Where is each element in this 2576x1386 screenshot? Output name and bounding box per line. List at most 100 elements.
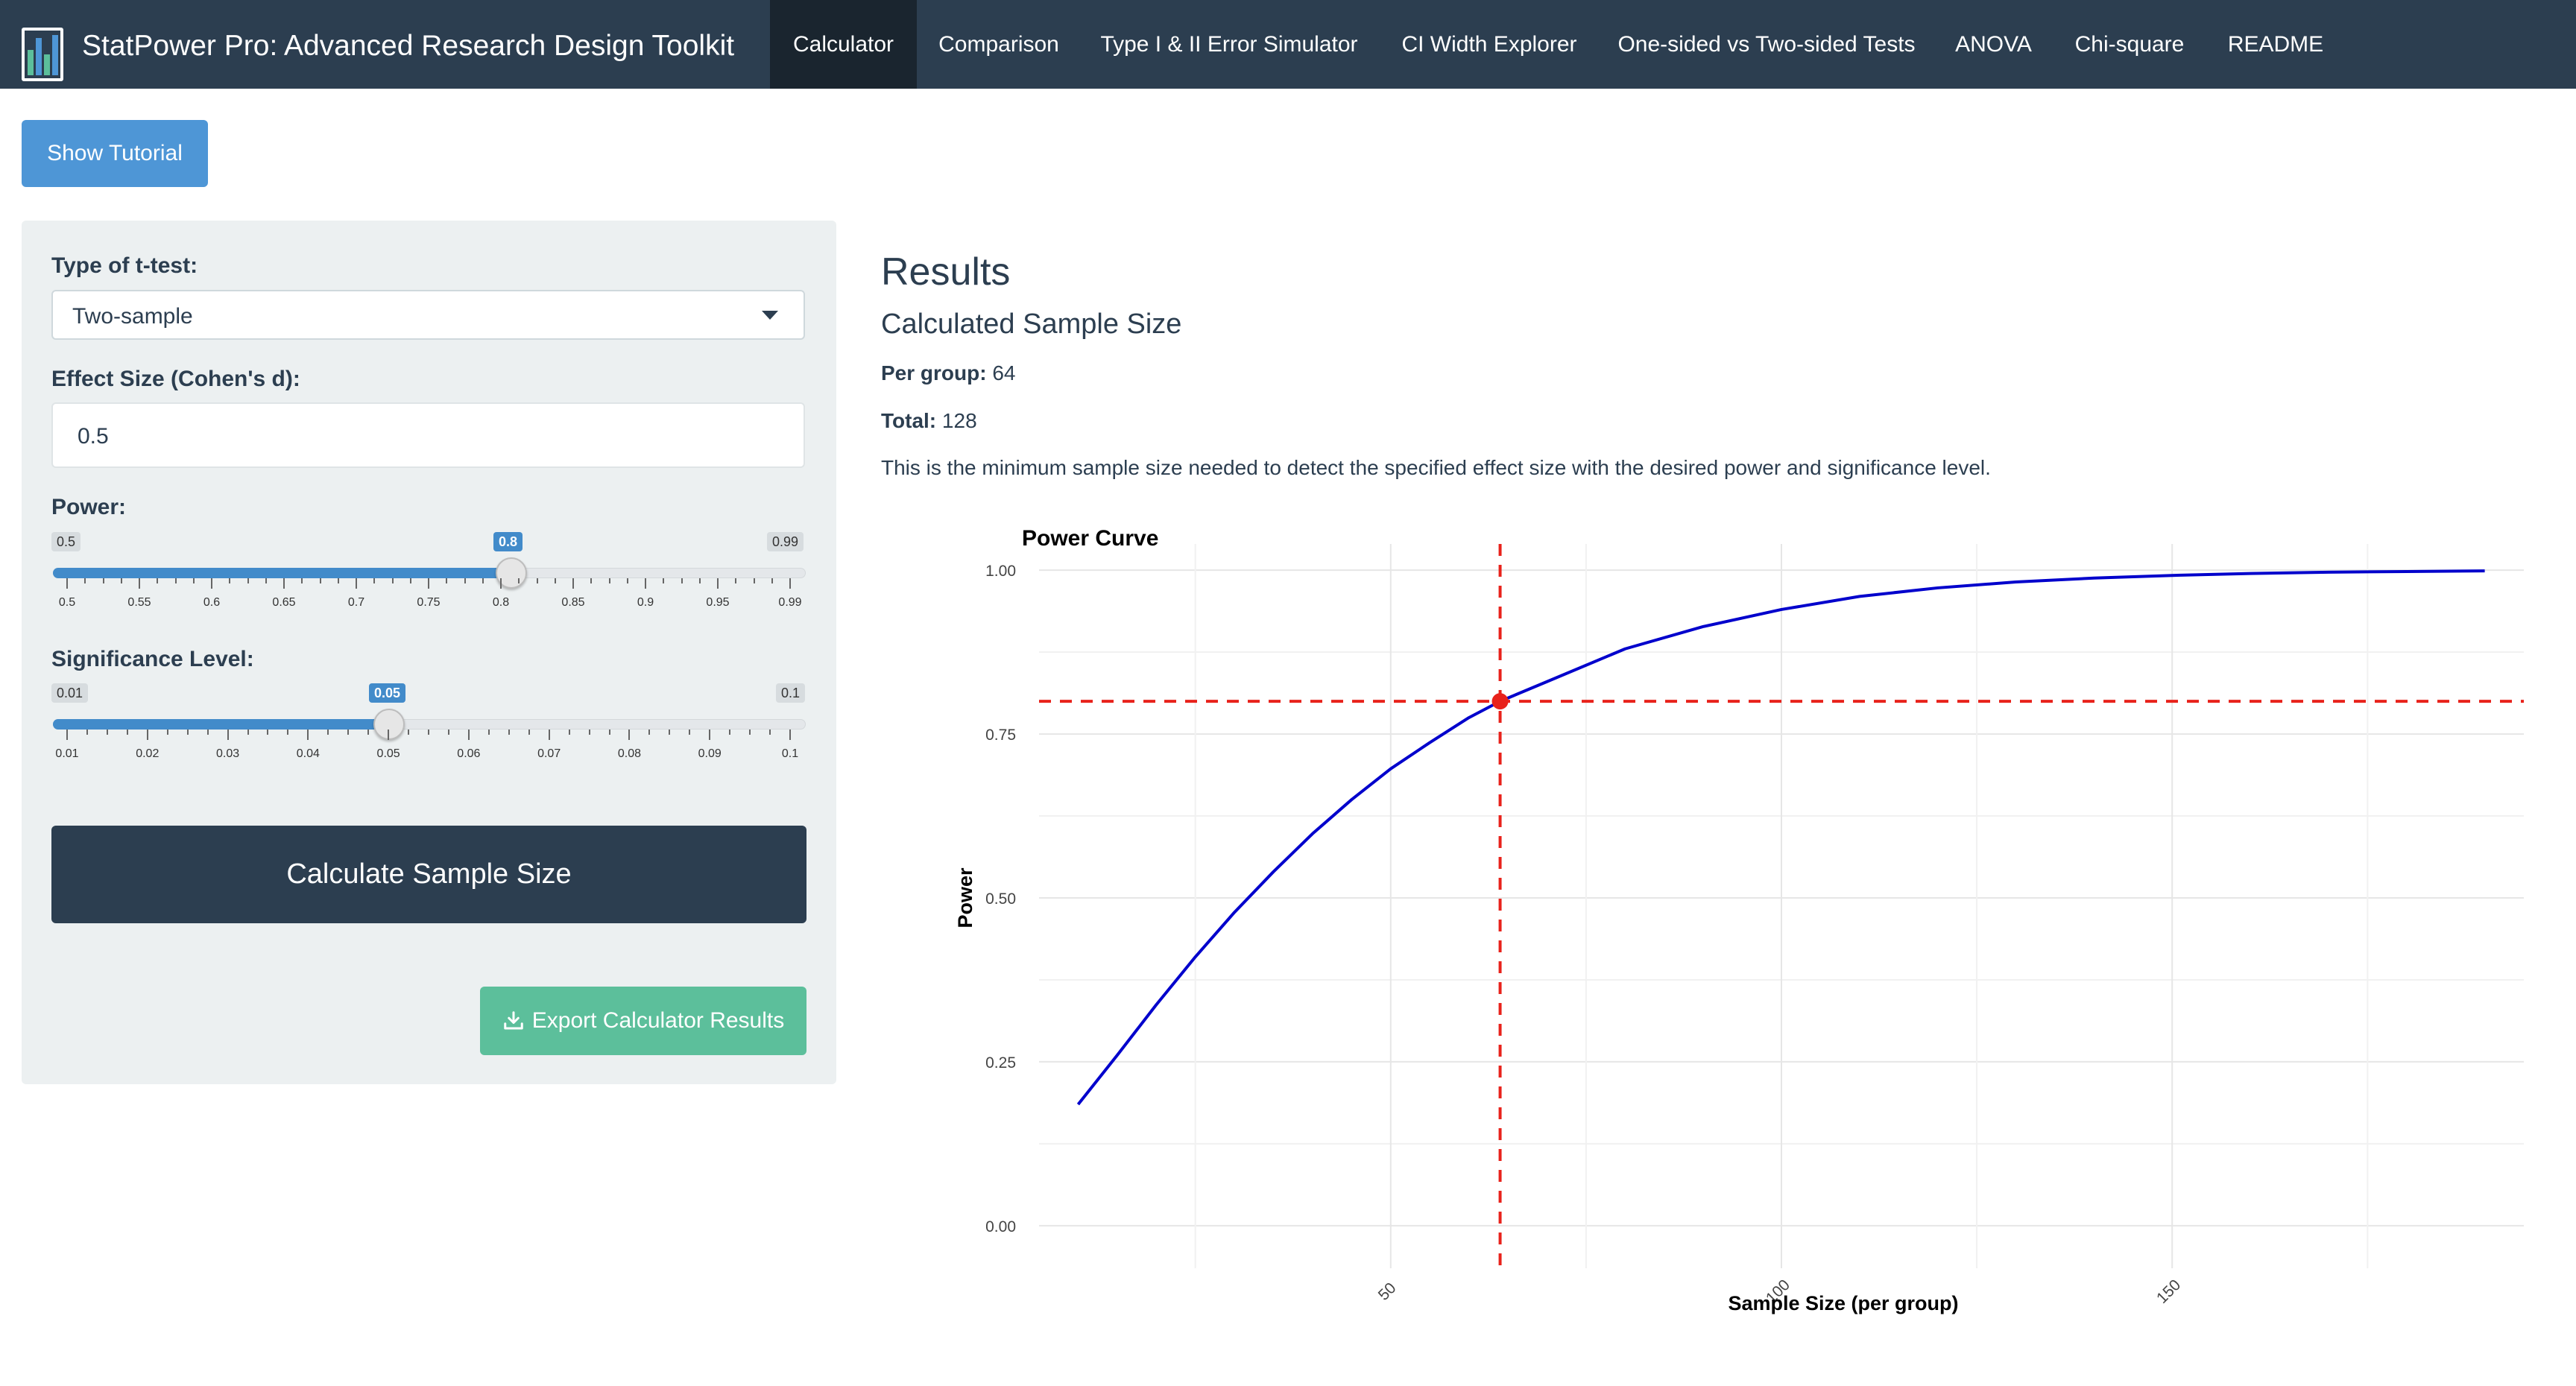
- power-slider-fill: [53, 568, 511, 578]
- x-tick-label: 150: [2153, 1276, 2184, 1307]
- power-tick-label: 0.9: [637, 596, 654, 609]
- chevron-down-icon: [762, 311, 778, 320]
- test-type-label: Type of t-test:: [51, 253, 198, 278]
- power-minor-tick: [482, 578, 484, 583]
- test-type-value: Two-sample: [72, 304, 193, 329]
- per-group-value: 64: [992, 361, 1016, 385]
- power-minor-tick: [391, 578, 394, 583]
- effect-size-value: 0.5: [78, 424, 109, 449]
- alpha-minor-tick: [287, 730, 289, 735]
- alpha-minor-tick: [206, 730, 209, 735]
- power-minor-tick: [373, 578, 376, 583]
- show-tutorial-button[interactable]: Show Tutorial: [22, 120, 208, 187]
- power-minor-tick: [337, 578, 339, 583]
- power-minor-tick: [753, 578, 755, 583]
- tab-error-simulator[interactable]: Type I & II Error Simulator: [1081, 0, 1377, 89]
- power-minor-tick: [174, 578, 177, 583]
- effect-size-input[interactable]: 0.5: [51, 402, 805, 468]
- alpha-minor-tick: [367, 730, 370, 735]
- x-axis-label: Sample Size (per group): [1728, 1292, 1958, 1314]
- per-group-label: Per group:: [881, 361, 987, 385]
- alpha-tick: [709, 730, 711, 740]
- test-type-select[interactable]: Two-sample: [51, 290, 805, 340]
- per-group-line: Per group: 64: [881, 361, 1016, 385]
- alpha-tick: [307, 730, 309, 740]
- download-icon: [504, 1011, 523, 1030]
- y-tick-label: 0.25: [985, 1054, 1016, 1072]
- alpha-tick: [628, 730, 631, 740]
- alpha-value-label: 0.05: [369, 683, 406, 703]
- power-minor-tick: [247, 578, 249, 583]
- alpha-minor-tick: [408, 730, 410, 735]
- power-curve-chart: Power Curve0.000.250.500.751.0050 100 150S…: [954, 526, 2524, 1314]
- results-subtitle: Calculated Sample Size: [881, 308, 1182, 340]
- alpha-minor-tick: [689, 730, 691, 735]
- alpha-minor-tick: [568, 730, 570, 735]
- power-value-label: 0.8: [493, 532, 523, 551]
- power-tick: [500, 578, 502, 589]
- alpha-minor-tick: [106, 730, 108, 735]
- total-value: 128: [941, 409, 977, 432]
- power-minor-tick: [446, 578, 448, 583]
- tab-chi-square[interactable]: Chi-square: [2055, 0, 2204, 89]
- alpha-minor-tick: [588, 730, 590, 735]
- alpha-minor-tick: [166, 730, 168, 735]
- significance-level-label: Significance Level:: [51, 647, 254, 671]
- navbar: StatPower Pro: Advanced Research Design …: [0, 0, 2576, 89]
- tab-comparison[interactable]: Comparison: [917, 0, 1081, 89]
- power-tick-label: 0.65: [272, 596, 296, 609]
- power-minor-tick: [265, 578, 267, 583]
- alpha-tick-label: 0.04: [296, 747, 320, 760]
- tab-anova[interactable]: ANOVA: [1932, 0, 2055, 89]
- power-minor-tick: [120, 578, 122, 583]
- power-minor-tick: [319, 578, 321, 583]
- power-minor-tick: [698, 578, 701, 583]
- power-label: Power:: [51, 495, 127, 519]
- alpha-minor-tick: [749, 730, 751, 735]
- results-title: Results: [881, 250, 1011, 294]
- power-tick: [645, 578, 646, 589]
- alpha-tick-label: 0.01: [55, 747, 79, 760]
- power-minor-tick: [771, 578, 773, 583]
- total-label: Total:: [881, 409, 937, 432]
- alpha-tick: [548, 730, 550, 740]
- alpha-minor-tick: [86, 730, 88, 735]
- alpha-tick-label: 0.03: [215, 747, 240, 760]
- alpha-tick-label: 0.1: [781, 747, 799, 760]
- calculate-sample-size-button[interactable]: Calculate Sample Size: [51, 826, 806, 923]
- power-tick: [139, 578, 140, 589]
- alpha-minor-tick: [729, 730, 731, 735]
- alpha-tick-label: 0.07: [537, 747, 561, 760]
- power-tick: [428, 578, 429, 589]
- bar-chart-logo-icon: [22, 28, 63, 81]
- power-minor-tick: [536, 578, 538, 583]
- tab-readme[interactable]: README: [2204, 0, 2347, 89]
- export-results-button[interactable]: Export Calculator Results: [480, 987, 806, 1055]
- power-minor-tick: [590, 578, 593, 583]
- alpha-tick: [146, 730, 148, 740]
- power-tick-label: 0.5: [58, 596, 76, 609]
- power-minor-tick: [681, 578, 683, 583]
- power-minor-tick: [626, 578, 628, 583]
- tab-calculator[interactable]: Calculator: [770, 0, 917, 89]
- alpha-tick-label: 0.06: [457, 747, 481, 760]
- alpha-tick-label: 0.08: [617, 747, 642, 760]
- alpha-minor-tick: [487, 730, 490, 735]
- alpha-minor-tick: [126, 730, 128, 735]
- power-tick: [572, 578, 574, 589]
- power-tick-label: 0.95: [706, 596, 730, 609]
- power-tick: [283, 578, 285, 589]
- power-tick-label: 0.55: [127, 596, 151, 609]
- power-minor-tick: [229, 578, 231, 583]
- required-sample-size-point: [1491, 693, 1509, 710]
- power-minor-tick: [663, 578, 665, 583]
- tab-one-vs-two-sided[interactable]: One-sided vs Two-sided Tests: [1601, 0, 1932, 89]
- alpha-minor-tick: [327, 730, 329, 735]
- alpha-tick: [227, 730, 229, 740]
- y-tick-label: 0.75: [985, 727, 1016, 744]
- tab-ci-width-explorer[interactable]: CI Width Explorer: [1377, 0, 1601, 89]
- alpha-tick: [789, 730, 791, 740]
- y-tick-label: 0.50: [985, 890, 1016, 908]
- alpha-minor-tick: [608, 730, 610, 735]
- alpha-tick: [66, 730, 68, 740]
